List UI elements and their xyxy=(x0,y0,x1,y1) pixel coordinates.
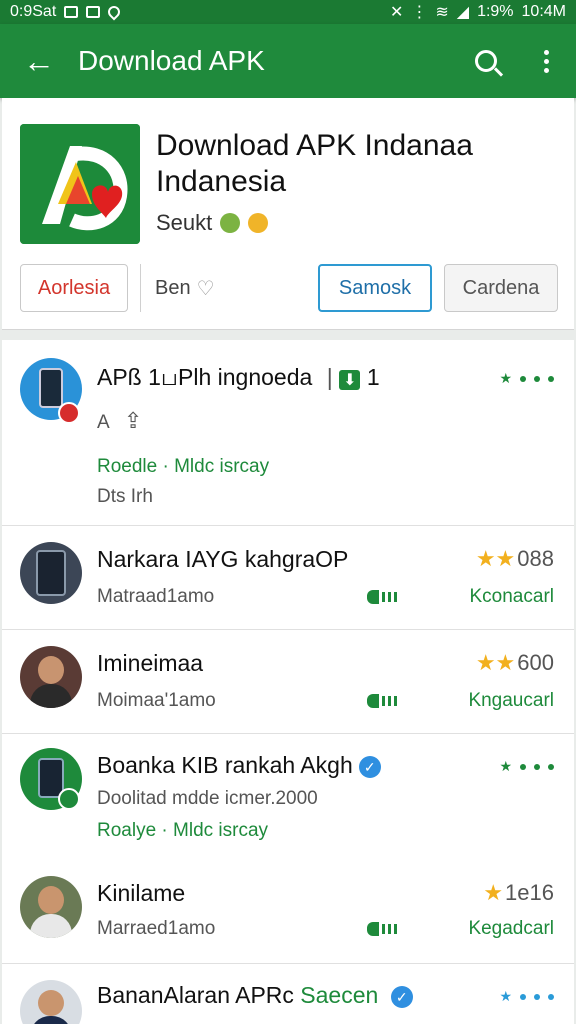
image-notification-icon xyxy=(64,6,79,18)
avatar xyxy=(20,542,82,604)
list-item[interactable]: Narkara IAYG kahgraOP ★★ 088 Matraad1amo … xyxy=(2,526,574,630)
item-rating-value: 1e16 xyxy=(505,880,554,905)
status-left-text: 0:9Sat xyxy=(10,3,57,20)
star-icon: ★★ xyxy=(475,650,516,675)
overflow-menu-button[interactable] xyxy=(516,24,576,98)
ben-label: Ben xyxy=(155,276,191,299)
page-title: Download APK Indanaa Indanesia xyxy=(156,129,473,198)
status-left: 0:9Sat xyxy=(10,3,123,21)
avatar xyxy=(20,980,82,1024)
signal-icon: ◢ xyxy=(456,4,470,21)
item-title: BananAlaran APRc Saecen ✓ xyxy=(97,982,413,1009)
item-rating-value: 088 xyxy=(517,546,554,571)
header-button-row: Aorlesia Ben ♡ Samosk Cardena xyxy=(20,264,560,312)
app-logo[interactable] xyxy=(20,124,140,244)
aorlesia-button[interactable]: Aorlesia xyxy=(20,264,128,312)
more-vert-icon xyxy=(543,49,549,73)
wifi-icon: ≋ xyxy=(435,4,449,21)
search-icon xyxy=(475,50,497,72)
face-emoji-icon xyxy=(248,213,269,233)
item-category: Roalye · Mldc isrcay xyxy=(97,820,269,841)
item-title: Boanka KIB rankah Akgh ✓ xyxy=(97,752,381,779)
item-title: Narkara IAYG kahgraOP xyxy=(97,546,349,572)
signal-meter-icon xyxy=(367,922,397,936)
header-subtitle-text: Seukt xyxy=(156,210,213,235)
item-meta-text: A xyxy=(97,412,109,433)
item-meta: Doolitad mdde icmer.2000 xyxy=(97,788,318,809)
app-bar-title: Download APK xyxy=(78,45,265,76)
item-title-accent: Saecen xyxy=(300,982,379,1008)
item-title-text: BananAlaran APRc xyxy=(97,982,294,1008)
header-subtitle: Seukt xyxy=(156,210,269,236)
more-dots-icon[interactable]: ★ xyxy=(499,370,554,387)
item-title: APß 1பPlh ingnoeda | ⬇ 1 xyxy=(97,364,380,390)
avatar xyxy=(20,646,82,708)
status-badge xyxy=(58,788,80,810)
status-right: ✕ ⋮ ≋ ◢ 1:9% 10:4M xyxy=(390,2,566,22)
item-title: Kinilame xyxy=(97,880,186,906)
back-button[interactable]: ← xyxy=(0,24,78,98)
item-rating: ★ 1e16 xyxy=(483,880,554,906)
vibrate-icon: ⋮ xyxy=(411,4,428,21)
cardena-button[interactable]: Cardena xyxy=(444,264,558,312)
app-header-card: Download APK Indanaa Indanesia Seukt Aor… xyxy=(2,98,574,330)
item-sub: Dts Irh xyxy=(97,486,153,507)
item-title: Imineimaa xyxy=(97,650,204,676)
avatar xyxy=(20,876,82,938)
battery-text: 1:9% xyxy=(477,3,514,20)
verified-icon: ✓ xyxy=(358,755,381,778)
item-meta: Marraed1amo xyxy=(97,918,216,939)
item-meta: A ⇪ xyxy=(97,408,142,434)
item-title-text: APß 1பPlh ingnoeda xyxy=(97,364,313,390)
signal-meter-icon xyxy=(367,694,397,708)
search-button[interactable] xyxy=(456,24,516,98)
app-list: APß 1பPlh ingnoeda | ⬇ 1 ★ A ⇪ Roedle · … xyxy=(2,340,574,1024)
item-badge: 1 xyxy=(366,364,380,390)
ben-button[interactable]: Ben ♡ xyxy=(140,264,250,312)
arrow-left-icon: ← xyxy=(23,42,55,79)
star-icon: ★★ xyxy=(475,546,516,571)
app-logo-graphic xyxy=(20,124,140,244)
signal-meter-icon xyxy=(367,590,397,604)
item-install-link[interactable]: Kegadcarl xyxy=(468,918,554,940)
item-rating-value: 600 xyxy=(517,650,554,675)
list-item[interactable]: APß 1பPlh ingnoeda | ⬇ 1 ★ A ⇪ Roedle · … xyxy=(2,340,574,526)
list-item[interactable]: Kinilame ★ 1e16 Marraed1amo Kegadcarl xyxy=(2,858,574,964)
item-rating: ★★ 088 xyxy=(476,546,554,572)
more-dots-icon[interactable]: ★ xyxy=(499,758,554,775)
verified-icon: ✓ xyxy=(390,985,413,1008)
list-item[interactable]: Imineimaa ★★ 600 Moimaa'1amo Kngaucarl xyxy=(2,630,574,734)
heart-outline-icon: ♡ xyxy=(196,277,215,300)
briefcase-notification-icon xyxy=(86,6,101,18)
list-item[interactable]: BananAlaran APRc Saecen ✓ ★ xyxy=(2,964,574,1024)
star-icon: ★ xyxy=(483,880,504,905)
plant-emoji-icon xyxy=(220,213,241,233)
mute-icon: ✕ xyxy=(389,4,404,21)
status-bar: 0:9Sat ✕ ⋮ ≋ ◢ 1:9% 10:4M xyxy=(0,0,576,24)
item-meta: Matraad1amo xyxy=(97,586,215,607)
location-icon xyxy=(105,3,123,21)
more-dots-icon[interactable]: ★ xyxy=(499,988,554,1005)
download-icon: ⬇ xyxy=(339,370,361,390)
status-badge xyxy=(58,402,80,424)
share-icon[interactable]: ⇪ xyxy=(124,408,142,434)
item-meta: Moimaa'1amo xyxy=(97,690,216,711)
item-install-link[interactable]: Kconacarl xyxy=(470,586,555,608)
app-bar: ← Download APK xyxy=(0,24,576,98)
list-item[interactable]: Boanka KIB rankah Akgh ✓ ★ Doolitad mdde … xyxy=(2,734,574,858)
clock: 10:4M xyxy=(521,3,566,20)
samosk-button[interactable]: Samosk xyxy=(318,264,432,312)
item-rating: ★★ 600 xyxy=(476,650,554,676)
item-category: Roedle · Mldc isrcay xyxy=(97,456,270,477)
item-title-text: Boanka KIB rankah Akgh xyxy=(97,752,353,778)
item-install-link[interactable]: Kngaucarl xyxy=(468,690,554,712)
